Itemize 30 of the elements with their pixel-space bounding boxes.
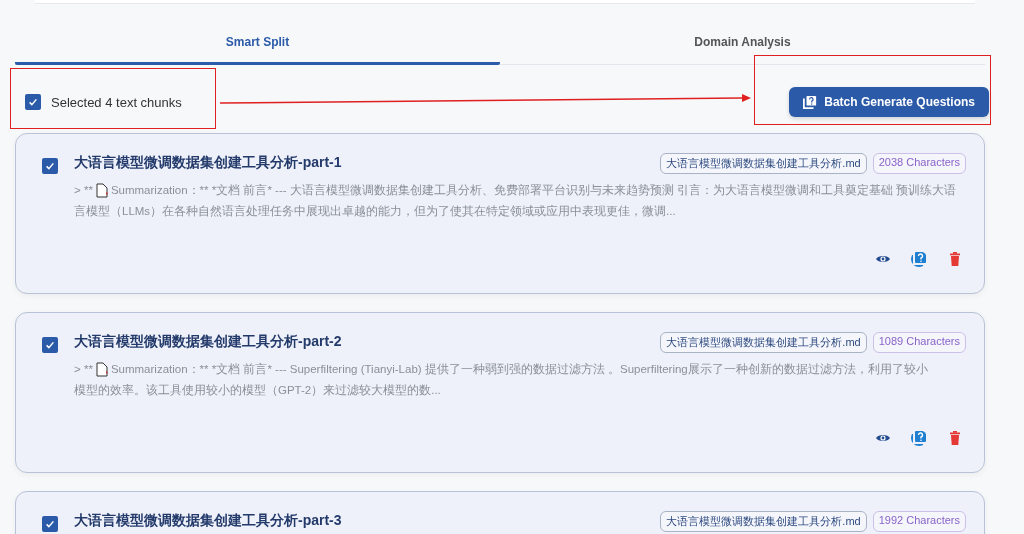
tab[interactable]: Domain Analysis <box>500 32 985 65</box>
summary-line: Summarization：** *文档 前言* --- Superfiltering (Tianyi-Lab) 提供了一种弱到强的数据过滤方法 。Superfiltering展示了一种创新的数据过滤方法，利用了较小 <box>110 362 928 377</box>
chunk-title: 大语言模型微调数据集创建工具分析-part-1 <box>74 154 343 172</box>
checkmark-icon <box>27 96 39 108</box>
chunk-title: 大语言模型微调数据集创建工具分析-part-3 <box>74 512 343 530</box>
character-count-tag: 1089 Characters <box>872 331 966 353</box>
summary-line: 模型的效率。该工具使用较小的模型（GPT-2）来过滤较大模型的数... <box>74 384 441 396</box>
question-book-icon <box>803 95 818 109</box>
checkbox[interactable] <box>25 94 41 110</box>
summary-line: 言模型（LLMs）在各种自然语言处理任务中展现出卓越的能力，但为了使其在特定领域或应用中表现更佳，微调... <box>74 205 676 217</box>
file-tag: 大语言模型微调数据集创建工具分析.md <box>660 331 867 353</box>
file-tag: 大语言模型微调数据集创建工具分析.md <box>660 152 867 174</box>
document-icon <box>95 183 108 198</box>
summary-line: Summarization：** *文档 前言* --- 大语言模型微调数据集创建工具分析、免费部署平台识别与未来趋势预测 引言：为大语言模型微调和工具奠定基础 预训练大语 <box>110 183 957 198</box>
character-count-tag: 2038 Characters <box>872 152 966 174</box>
chunk-title: 大语言模型微调数据集创建工具分析-part-2 <box>74 333 343 351</box>
selection-label: Selected 4 text chunks <box>51 94 182 110</box>
checkbox[interactable] <box>42 337 58 353</box>
document-icon <box>95 362 108 377</box>
file-tag: 大语言模型微调数据集创建工具分析.md <box>660 510 867 532</box>
tab[interactable]: Smart Split <box>15 32 500 65</box>
checkbox[interactable] <box>42 158 58 174</box>
checkmark-icon <box>44 160 56 172</box>
checkbox[interactable] <box>42 516 58 532</box>
summary-prefix: > ** <box>74 362 93 377</box>
batch-generate-button[interactable]: Batch Generate Questions <box>789 87 989 117</box>
character-count-tag: 1992 Characters <box>872 510 966 532</box>
checkmark-icon <box>44 518 56 530</box>
checkmark-icon <box>44 339 56 351</box>
summary-prefix: > ** <box>74 183 93 198</box>
